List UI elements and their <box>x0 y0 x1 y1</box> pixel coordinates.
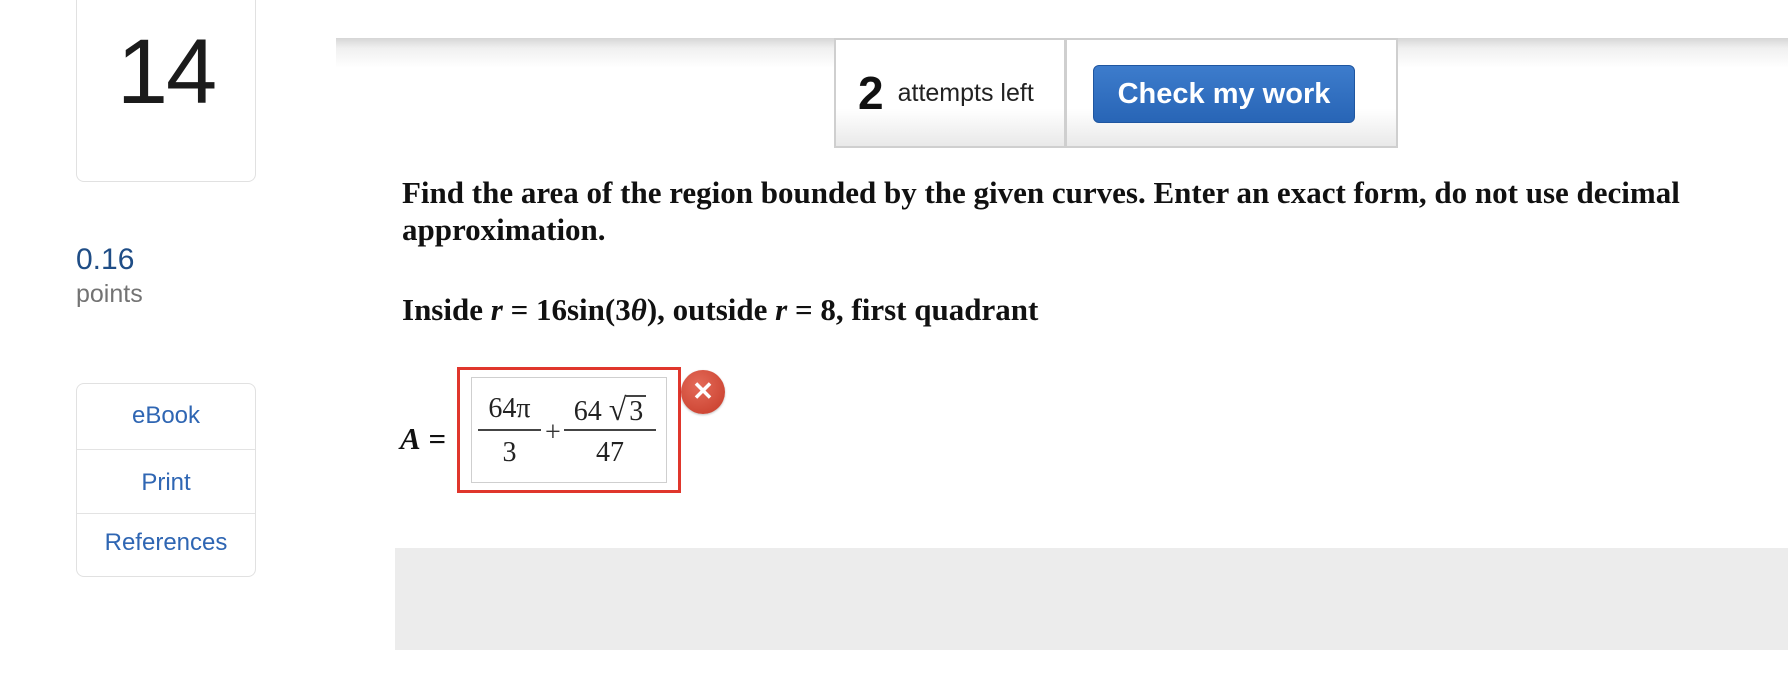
fraction-1-numerator: 64π <box>488 393 531 424</box>
feedback-panel <box>395 548 1788 650</box>
curves-theta: θ <box>630 292 647 327</box>
radicand: 3 <box>626 395 647 427</box>
fraction-2-denominator: 47 <box>596 437 624 468</box>
points-value: 0.16 <box>76 243 135 276</box>
radical-sign: √ <box>608 391 627 427</box>
attempts-text: attempts left <box>897 78 1034 107</box>
answer-label-var: A <box>400 421 421 456</box>
question-number: 14 <box>116 21 217 123</box>
x-icon[interactable]: ✕ <box>681 370 725 414</box>
curves-var-r1: r <box>490 292 503 327</box>
attempts-indicator: 2 attempts left <box>834 38 1066 148</box>
fraction-1-bar <box>478 429 541 431</box>
fraction-1-denominator: 3 <box>502 437 517 468</box>
resource-links: eBook Print References <box>76 383 256 577</box>
fraction-1: 64π 3 <box>478 391 541 469</box>
answer-incorrect-outline: 64π 3 + 64 √ 3 47 <box>457 367 681 493</box>
fraction-2-coefficient: 64 <box>573 396 602 427</box>
answer-label: A = <box>400 421 446 457</box>
square-root: √ 3 <box>609 391 647 430</box>
attempts-count: 2 <box>858 67 884 119</box>
curves-var-r2: r <box>775 292 788 327</box>
ebook-link[interactable]: eBook <box>77 384 255 450</box>
fraction-2-numerator: 64 √ 3 <box>564 391 656 427</box>
check-work-container: Check my work <box>1066 38 1398 148</box>
curves-eq2: = 8, first quadrant <box>787 292 1039 327</box>
print-link[interactable]: Print <box>77 450 255 514</box>
check-my-work-button[interactable]: Check my work <box>1093 65 1355 123</box>
fraction-2: 64 √ 3 47 <box>564 391 656 469</box>
answer-input-field[interactable]: 64π 3 + 64 √ 3 47 <box>471 377 667 483</box>
curves-description: Inside r = 16sin(3θ), outside r = 8, fir… <box>402 290 1038 330</box>
curves-prefix: Inside <box>402 292 491 327</box>
points-label: points <box>76 280 143 308</box>
points-block: 0.16 points <box>76 242 143 310</box>
question-prompt: Find the area of the region bounded by t… <box>402 175 1680 247</box>
references-link[interactable]: References <box>77 514 255 576</box>
question-number-card: 14 <box>76 0 256 182</box>
answer-label-eq: = <box>420 421 447 456</box>
curves-eq1: = 16sin(3 <box>502 292 631 327</box>
curves-close1: ), outside <box>646 292 776 327</box>
plus-sign: + <box>545 417 561 448</box>
